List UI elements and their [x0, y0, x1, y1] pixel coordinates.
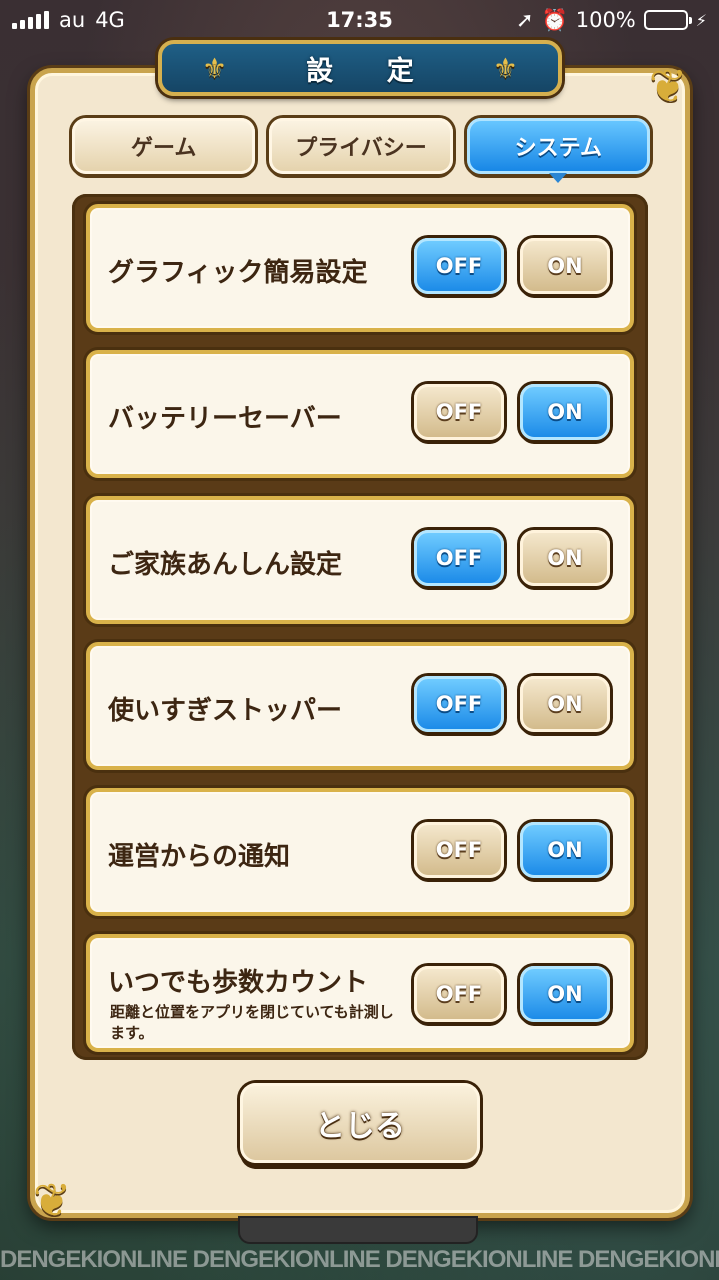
setting-row-graphics: グラフィック簡易設定 OFF ON — [86, 204, 634, 332]
off-button[interactable]: OFF — [414, 822, 504, 878]
status-right: ➚ ⏰ 100% ⚡ — [447, 8, 707, 33]
title-plate: ⚜ 設 定 ⚜ — [158, 40, 562, 96]
status-left: au 4G — [12, 8, 272, 32]
off-button[interactable]: OFF — [414, 676, 504, 732]
tab-privacy[interactable]: プライバシー — [269, 118, 453, 174]
setting-row-family-safety: ご家族あんしん設定 OFF ON — [86, 496, 634, 624]
battery-icon — [643, 10, 692, 30]
on-button[interactable]: ON — [520, 384, 610, 440]
setting-label: バッテリーセーバー — [108, 404, 342, 434]
background-ui-plate — [240, 1218, 476, 1242]
corner-ornament-icon: ❦ — [32, 1173, 72, 1227]
close-button[interactable]: とじる — [240, 1083, 480, 1163]
watermark: DENGEKIONLINE DENGEKIONLINE DENGEKIONLIN… — [0, 1246, 719, 1273]
on-button[interactable]: ON — [520, 966, 610, 1022]
setting-label: ご家族あんしん設定 — [108, 550, 343, 580]
tab-bar: ゲーム プライバシー システム — [72, 118, 650, 183]
carrier-label: au — [59, 8, 86, 32]
setting-label: 使いすぎストッパー — [108, 696, 343, 726]
status-bar: au 4G 17:35 ➚ ⏰ 100% ⚡ — [0, 0, 719, 40]
setting-label: グラフィック簡易設定 — [108, 258, 368, 288]
clock: 17:35 — [326, 8, 393, 32]
setting-row-battery-saver: バッテリーセーバー OFF ON — [86, 350, 634, 478]
off-button[interactable]: OFF — [414, 238, 504, 294]
signal-icon — [12, 11, 49, 29]
tab-game[interactable]: ゲーム — [72, 118, 256, 174]
on-button[interactable]: ON — [520, 238, 610, 294]
fleur-de-lis-icon: ⚜ — [492, 52, 518, 85]
setting-label: 運営からの通知 — [108, 842, 291, 872]
setting-row-notifications: 運営からの通知 OFF ON — [86, 788, 634, 916]
on-button[interactable]: ON — [520, 530, 610, 586]
on-button[interactable]: ON — [520, 676, 610, 732]
location-icon: ➚ — [515, 8, 534, 32]
setting-description: 距離と位置をアプリを閉じていても計測します。 — [110, 1003, 394, 1042]
tab-system[interactable]: システム — [466, 118, 650, 183]
off-button[interactable]: OFF — [414, 384, 504, 440]
off-button[interactable]: OFF — [414, 966, 504, 1022]
corner-ornament-icon: ❦ — [648, 59, 688, 113]
page-title: 設 定 — [306, 55, 436, 87]
alarm-icon: ⏰ — [541, 7, 568, 32]
settings-list[interactable]: グラフィック簡易設定 OFF ON バッテリーセーバー OFF ON ご家族あん… — [72, 194, 648, 1060]
setting-row-overuse-stopper: 使いすぎストッパー OFF ON — [86, 642, 634, 770]
setting-row-step-count: いつでも歩数カウント 距離と位置をアプリを閉じていても計測します。 OFF ON — [86, 934, 634, 1052]
setting-label: いつでも歩数カウント — [108, 968, 369, 998]
off-button[interactable]: OFF — [414, 530, 504, 586]
charging-icon: ⚡ — [695, 10, 707, 30]
battery-percent: 100% — [575, 8, 636, 32]
fleur-de-lis-icon: ⚜ — [202, 52, 228, 85]
network-label: 4G — [95, 8, 125, 32]
on-button[interactable]: ON — [520, 822, 610, 878]
